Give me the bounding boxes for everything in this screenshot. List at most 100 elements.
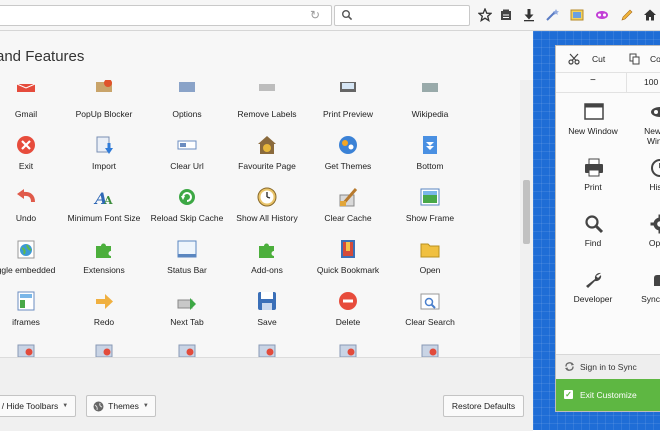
picture-icon[interactable] xyxy=(569,6,585,23)
clear-cache-icon xyxy=(337,186,359,208)
menu-button[interactable]: New Pri Windo xyxy=(626,98,660,152)
palette-item[interactable]: Import xyxy=(61,134,147,180)
palette-item[interactable]: ggle embedded xyxy=(0,238,69,284)
palette-item-label: Clear Search xyxy=(381,317,479,327)
copy-icon[interactable] xyxy=(629,53,640,65)
globe-icon xyxy=(93,401,104,412)
download-icon[interactable] xyxy=(521,6,537,23)
palette-item[interactable]: Clear Search xyxy=(387,290,473,336)
home-icon[interactable] xyxy=(642,6,658,23)
menu-button-label: Developer xyxy=(556,294,630,304)
palette-item[interactable]: Delete xyxy=(305,290,391,336)
get-themes-icon xyxy=(337,134,359,156)
palette-item[interactable]: Status Bar xyxy=(144,238,230,284)
menu-button-label: Histo xyxy=(622,182,660,192)
zoom-controls-row: − 100 xyxy=(556,72,660,93)
puzzle-icon xyxy=(256,238,278,260)
scissors-icon[interactable] xyxy=(568,53,580,65)
sync-label: Sign in to Sync xyxy=(580,362,637,372)
popup-blocker-icon xyxy=(93,80,115,92)
palette-item[interactable]: Open xyxy=(387,238,473,284)
caret-down-icon: ▼ xyxy=(143,403,149,409)
palette-scrollbar[interactable] xyxy=(520,80,533,370)
printer-icon xyxy=(584,158,604,178)
panel-title: and Features xyxy=(0,48,84,65)
palette-item[interactable]: Show Frame xyxy=(387,186,473,232)
palette-item[interactable]: Quick Bookmark xyxy=(305,238,391,284)
menu-button[interactable]: New Window xyxy=(560,98,626,152)
palette-item[interactable]: Redo xyxy=(61,290,147,336)
menu-button-label: Synced T xyxy=(622,294,660,304)
wrench-icon xyxy=(584,270,604,290)
next-tab-icon xyxy=(176,290,198,312)
palette-item[interactable]: Clear Cache xyxy=(305,186,391,232)
zoom-out-button[interactable]: − xyxy=(590,75,596,86)
navigation-toolbar: ↻ xyxy=(0,0,660,31)
menu-button[interactable]: Print xyxy=(560,154,626,208)
exit-icon xyxy=(15,134,37,156)
palette-item[interactable]: Undo xyxy=(0,186,69,232)
sign-in-to-sync-button[interactable]: Sign in to Sync xyxy=(556,354,660,379)
reading-list-icon[interactable] xyxy=(498,6,514,23)
themes-button[interactable]: Themes ▼ xyxy=(86,395,156,417)
private-mask-icon xyxy=(650,102,660,122)
restore-defaults-button[interactable]: Restore Defaults xyxy=(443,395,524,417)
show-frame-icon xyxy=(419,186,441,208)
palette-item[interactable]: Options xyxy=(144,82,230,128)
wand-icon[interactable] xyxy=(544,6,560,23)
palette-item[interactable]: Next Tab xyxy=(144,290,230,336)
menu-button[interactable]: Developer xyxy=(560,266,626,320)
status-bar-icon xyxy=(176,238,198,260)
palette-item[interactable]: Save xyxy=(224,290,310,336)
iframes-icon xyxy=(15,290,37,312)
palette-item[interactable]: iframes xyxy=(0,290,69,336)
menu-button[interactable]: Find xyxy=(560,210,626,264)
menu-button-label: Find xyxy=(556,238,630,248)
wikipedia-icon xyxy=(419,80,441,92)
customize-footer: / Hide Toolbars ▼ Themes ▼ Restore Defau… xyxy=(0,357,533,431)
palette-item[interactable]: Extensions xyxy=(61,238,147,284)
sync-icon xyxy=(564,361,575,372)
exit-customize-button[interactable]: ✓ Exit Customize xyxy=(556,379,660,411)
mask-icon[interactable] xyxy=(594,6,610,23)
clear-search-icon xyxy=(419,290,441,312)
url-bar[interactable]: ↻ xyxy=(0,5,332,26)
menu-button-label: Print xyxy=(556,182,630,192)
scroll-thumb[interactable] xyxy=(523,180,530,244)
clear-url-icon xyxy=(176,134,198,156)
zoom-reset-button[interactable]: 100 xyxy=(644,77,658,87)
caret-down-icon: ▼ xyxy=(62,403,68,409)
palette-item[interactable]: Exit xyxy=(0,134,69,180)
menu-button[interactable]: Optio xyxy=(626,210,660,264)
menu-button[interactable]: Synced T xyxy=(626,266,660,320)
cut-button[interactable]: Cut xyxy=(592,54,605,64)
remove-labels-icon xyxy=(256,80,278,92)
palette-item[interactable]: Add-ons xyxy=(224,238,310,284)
palette-item[interactable]: Get Themes xyxy=(305,134,391,180)
palette-item[interactable]: Reload Skip Cache xyxy=(144,186,230,232)
new-window-icon xyxy=(584,102,604,122)
palette-item[interactable]: Gmail xyxy=(0,82,69,128)
bookmark-star-icon[interactable] xyxy=(477,6,493,23)
search-bar[interactable] xyxy=(334,5,470,26)
palette-item[interactable]: Remove Labels xyxy=(224,82,310,128)
palette-item[interactable]: Print Preview xyxy=(305,82,391,128)
gmail-icon xyxy=(15,80,37,92)
palette-item[interactable]: Show All History xyxy=(224,186,310,232)
magnifier-icon xyxy=(584,214,604,234)
palette-item[interactable]: Bottom xyxy=(387,134,473,180)
copy-button[interactable]: Co xyxy=(650,54,660,64)
palette-item[interactable]: AAMinimum Font Size xyxy=(61,186,147,232)
menu-button[interactable]: Histo xyxy=(626,154,660,208)
pencil-icon[interactable] xyxy=(619,6,635,23)
palette-item[interactable]: Wikipedia xyxy=(387,82,473,128)
folder-icon xyxy=(419,238,441,260)
palette-item[interactable]: Favourite Page xyxy=(224,134,310,180)
palette-item[interactable]: PopUp Blocker xyxy=(61,82,147,128)
reload-icon[interactable]: ↻ xyxy=(309,9,321,21)
history-clock-icon xyxy=(256,186,278,208)
font-size-icon: AA xyxy=(93,186,115,208)
show-hide-toolbars-button[interactable]: / Hide Toolbars ▼ xyxy=(0,395,76,417)
palette-item[interactable]: Clear Url xyxy=(144,134,230,180)
palette-item-label: Bottom xyxy=(381,161,479,171)
